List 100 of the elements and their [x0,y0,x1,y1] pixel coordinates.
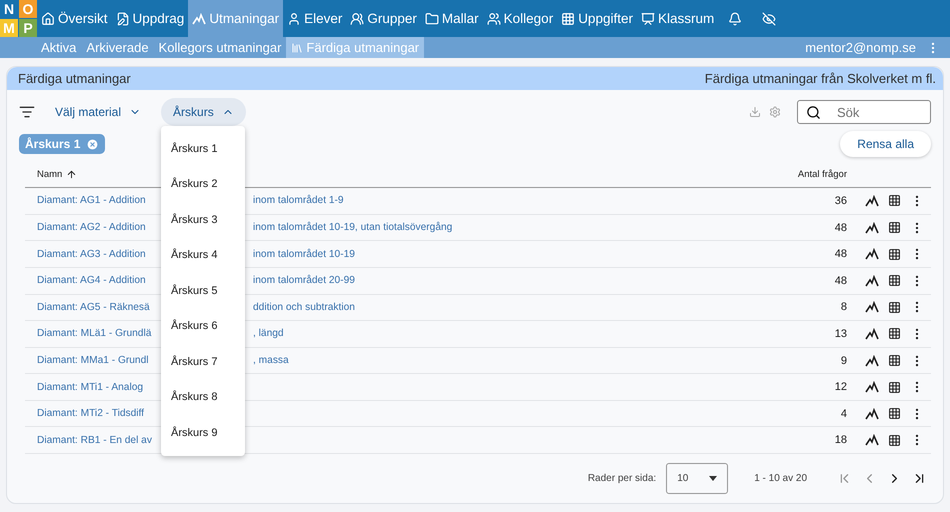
challenge-link[interactable]: Diamant: AG1 - Addition [37,195,146,206]
challenge-link[interactable]: Diamant: AG3 - Addition [37,248,146,260]
card-title: Färdiga utmaningar [18,71,131,86]
menu-item[interactable]: Årskurs 2 [161,166,246,202]
question-count: 48 [834,248,847,260]
search-field[interactable]: Sök [797,100,931,124]
challenge-link[interactable]: inom talområdet 10-19 [253,248,355,260]
search-icon [806,104,821,120]
card-subtitle: Färdiga utmaningar från Skolverket m fl. [704,71,936,86]
rows-per-page-select[interactable]: 10 [666,463,728,494]
rows-per-page-label: Rader per sida: [588,473,656,484]
grid-icon[interactable] [888,300,901,314]
grid-icon [561,12,576,26]
question-count: 8 [840,301,847,314]
filter-dropdown[interactable]: Välj material [43,98,154,126]
menu-item[interactable]: Årskurs 8 [161,380,246,416]
caret-icon [709,476,718,482]
grid-icon[interactable] [888,274,901,288]
mountain-icon[interactable] [865,194,879,207]
folder-icon [424,12,439,26]
challenge-link[interactable]: inom talområdet 20-99 [253,275,355,286]
challenge-link[interactable]: Diamant: MTi2 - Tidsdiff [37,408,144,420]
users-icon [486,12,501,26]
home-icon [41,12,55,26]
challenge-link[interactable]: Diamant: AG5 - Räknesä [37,302,150,313]
question-count: 13 [834,328,847,340]
mountain-icon[interactable] [865,381,879,394]
question-count: 48 [834,222,847,234]
mountain-icon[interactable] [865,222,879,234]
challenge-link[interactable]: Diamant: MMa1 - Grundl [37,355,149,366]
question-count: 36 [834,194,847,207]
subnav-tab[interactable]: Kollegors utmaningar [154,37,286,58]
subnav-tab[interactable]: Aktiva [36,37,82,58]
challenge-link[interactable]: Diamant: MTi1 - Analog [37,382,144,393]
filter-chip[interactable]: Årskurs 1 [19,134,106,154]
mountain-icon[interactable] [865,354,879,366]
menu-item[interactable]: Årskurs 4 [161,238,246,274]
mountain-icon[interactable] [865,408,879,420]
question-count: 9 [840,354,847,366]
logo: N O M P [0,0,37,37]
filter-icon[interactable] [19,104,35,120]
nav-tab[interactable]: Uppgifter [557,0,637,37]
grid-icon[interactable] [888,380,901,394]
presentation-icon [640,12,655,26]
question-count: 4 [840,408,847,420]
mountain-icon[interactable] [865,301,879,314]
mountain-icon[interactable] [865,434,879,446]
grid-icon[interactable] [888,354,901,367]
grid-icon[interactable] [888,327,901,340]
menu-item[interactable]: Årskurs 7 [161,344,246,380]
user-email: mentor2@nomp.se [805,40,916,55]
question-count: 12 [834,381,847,394]
question-count: 48 [834,274,847,287]
edit-icon [116,12,130,26]
question-count: 18 [834,434,847,446]
menu-item[interactable]: Årskurs 6 [161,308,246,344]
nav-tab[interactable]: Grupper [346,0,421,37]
column-header: Antal frågor [798,169,847,180]
menu-item[interactable]: Årskurs 3 [161,202,246,238]
page-range: 1 - 10 av 20 [754,473,807,484]
nav-tab[interactable]: Utmaningar [188,0,284,37]
menu-item[interactable]: Årskurs 1 [161,131,246,167]
eye-off-icon[interactable] [762,12,776,26]
challenge-link[interactable]: Diamant: RB1 - En del av [37,434,152,446]
bell-icon[interactable] [728,12,742,26]
challenge-link[interactable]: , längd [253,328,284,340]
nav-tab[interactable]: Klassrum [636,0,718,37]
user-icon [287,12,302,26]
nav-tab[interactable]: Elever [283,0,346,37]
grid-icon[interactable] [888,407,901,420]
grid-icon[interactable] [888,248,901,261]
mountain-icon [192,12,206,24]
search-input[interactable]: Sök [835,104,905,121]
nav-tab[interactable]: Uppdrag [112,0,188,37]
grid-icon[interactable] [888,194,901,208]
grid-icon[interactable] [888,434,901,447]
nav-tab[interactable]: Mallar [420,0,483,37]
challenge-link[interactable]: inom talområdet 1-9 [253,195,344,206]
mountain-icon[interactable] [865,328,879,340]
group-icon [350,12,364,26]
column-header[interactable]: Namn [37,169,62,180]
sort-arrow-icon[interactable] [66,169,78,180]
nav-tab[interactable]: Översikt [37,0,112,37]
challenge-link[interactable]: Diamant: AG4 - Addition [37,275,146,286]
clear-all-button[interactable]: Rensa alla [840,131,931,158]
challenge-link[interactable]: ddition och subtraktion [253,302,355,313]
menu-item[interactable]: Årskurs 9 [161,415,246,451]
mountain-icon[interactable] [865,248,879,260]
challenge-link[interactable]: Diamant: AG2 - Addition [37,222,146,234]
challenge-link[interactable]: inom talområdet 10-19, utan tiotalsövergång [253,222,452,234]
challenge-link[interactable]: , massa [253,355,289,366]
books-icon [291,42,304,54]
mountain-icon[interactable] [865,274,879,287]
filter-dropdown[interactable]: Årskurs [161,98,246,126]
subnav-tab[interactable]: Arkiverade [81,37,154,58]
close-icon[interactable] [86,138,100,151]
nav-tab[interactable]: Kollegor [482,0,558,37]
challenge-link[interactable]: Diamant: MLä1 - Grundlä [37,328,152,340]
menu-item[interactable]: Årskurs 5 [161,273,246,309]
grid-icon[interactable] [888,221,901,234]
